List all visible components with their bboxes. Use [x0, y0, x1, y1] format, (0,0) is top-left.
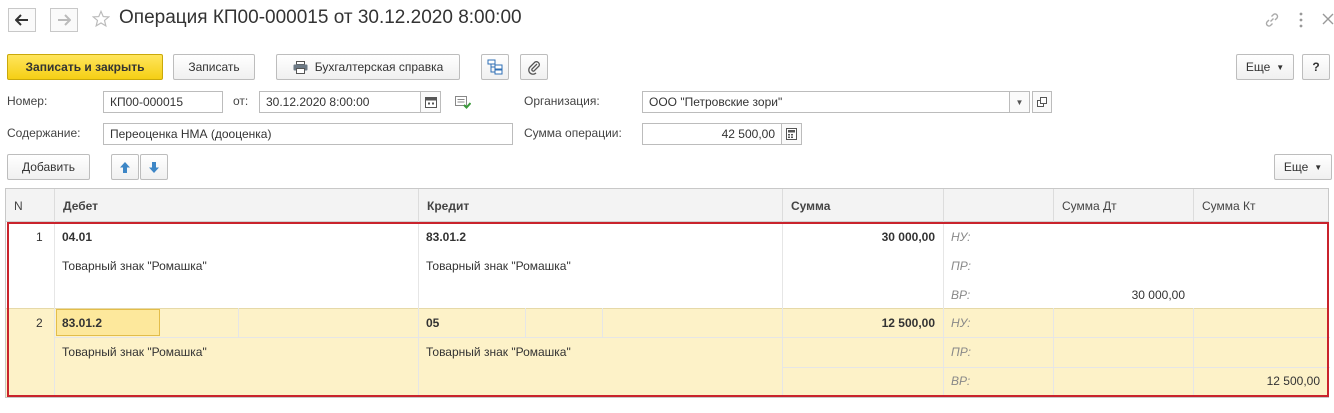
operation-sum-label: Сумма операции:: [524, 126, 622, 140]
accounting-report-button[interactable]: Бухгалтерская справка: [276, 54, 460, 80]
column-header-n[interactable]: N: [6, 189, 54, 222]
forward-button[interactable]: [50, 8, 78, 32]
date-label: от:: [233, 94, 249, 108]
highlight-outline: [7, 222, 1329, 397]
calculator-icon: [786, 128, 797, 140]
help-label: ?: [1312, 60, 1320, 74]
table-header: N Дебет Кредит Сумма Сумма Дт Сумма Кт: [6, 189, 1328, 222]
organization-label: Организация:: [524, 94, 600, 108]
chevron-down-icon: ▼: [1276, 62, 1285, 72]
column-header-sum[interactable]: Сумма: [782, 189, 943, 222]
save-label: Записать: [188, 60, 240, 74]
save-and-close-button[interactable]: Записать и закрыть: [7, 54, 163, 80]
organization-field[interactable]: ООО "Петровские зори": [642, 91, 1010, 113]
structure-icon: [487, 59, 503, 75]
organization-open-button[interactable]: [1032, 91, 1052, 113]
calendar-icon: [424, 97, 437, 108]
save-button[interactable]: Записать: [173, 54, 255, 80]
more-menu-button[interactable]: Еще ▼: [1236, 54, 1294, 80]
column-header-tax-type[interactable]: [943, 189, 1053, 222]
more-menu-label: Еще: [1245, 60, 1271, 74]
move-up-button[interactable]: [111, 154, 139, 180]
forward-arrow-icon: [58, 14, 71, 26]
column-header-credit[interactable]: Кредит: [418, 189, 782, 222]
printer-icon: [293, 60, 308, 74]
content-field[interactable]: Переоценка НМА (дооценка): [103, 123, 513, 145]
move-down-button[interactable]: [140, 154, 168, 180]
arrow-down-icon: [149, 161, 159, 173]
help-button[interactable]: ?: [1302, 54, 1330, 80]
page-title: Операция КП00-000015 от 30.12.2020 8:00:…: [119, 7, 522, 28]
organization-dropdown-button[interactable]: ▼: [1010, 91, 1030, 113]
chevron-down-icon: ▼: [1015, 97, 1024, 107]
arrow-up-icon: [120, 161, 130, 173]
back-button[interactable]: [8, 8, 36, 32]
calculator-button[interactable]: [782, 123, 802, 145]
operation-sum-field[interactable]: 42 500,00: [642, 123, 782, 145]
content-label: Содержание:: [7, 126, 81, 140]
entries-table[interactable]: N Дебет Кредит Сумма Сумма Дт Сумма Кт 1…: [5, 188, 1330, 398]
accounting-report-label: Бухгалтерская справка: [314, 60, 444, 74]
link-icon[interactable]: [1264, 12, 1280, 28]
column-header-sum-credit[interactable]: Сумма Кт: [1193, 189, 1330, 222]
number-field[interactable]: КП00-000015: [103, 91, 223, 113]
add-row-label: Добавить: [21, 160, 76, 174]
paperclip-icon: [528, 61, 540, 75]
post-document-icon[interactable]: [455, 96, 471, 109]
open-icon: [1037, 97, 1047, 107]
calendar-button[interactable]: [421, 91, 441, 113]
chevron-down-icon: ▼: [1314, 162, 1323, 172]
table-more-label: Еще: [1283, 160, 1309, 174]
star-icon[interactable]: [92, 10, 110, 28]
number-label: Номер:: [7, 94, 48, 108]
table-more-button[interactable]: Еще ▼: [1274, 154, 1332, 180]
close-icon[interactable]: [1322, 12, 1334, 26]
structure-button[interactable]: [481, 54, 509, 80]
date-field[interactable]: 30.12.2020 8:00:00: [259, 91, 421, 113]
save-and-close-label: Записать и закрыть: [25, 60, 145, 74]
attach-button[interactable]: [520, 54, 548, 80]
column-header-debit[interactable]: Дебет: [54, 189, 418, 222]
back-arrow-icon: [15, 14, 28, 26]
more-vertical-icon[interactable]: [1298, 12, 1304, 28]
column-header-sum-debit[interactable]: Сумма Дт: [1053, 189, 1193, 222]
add-row-button[interactable]: Добавить: [7, 154, 90, 180]
